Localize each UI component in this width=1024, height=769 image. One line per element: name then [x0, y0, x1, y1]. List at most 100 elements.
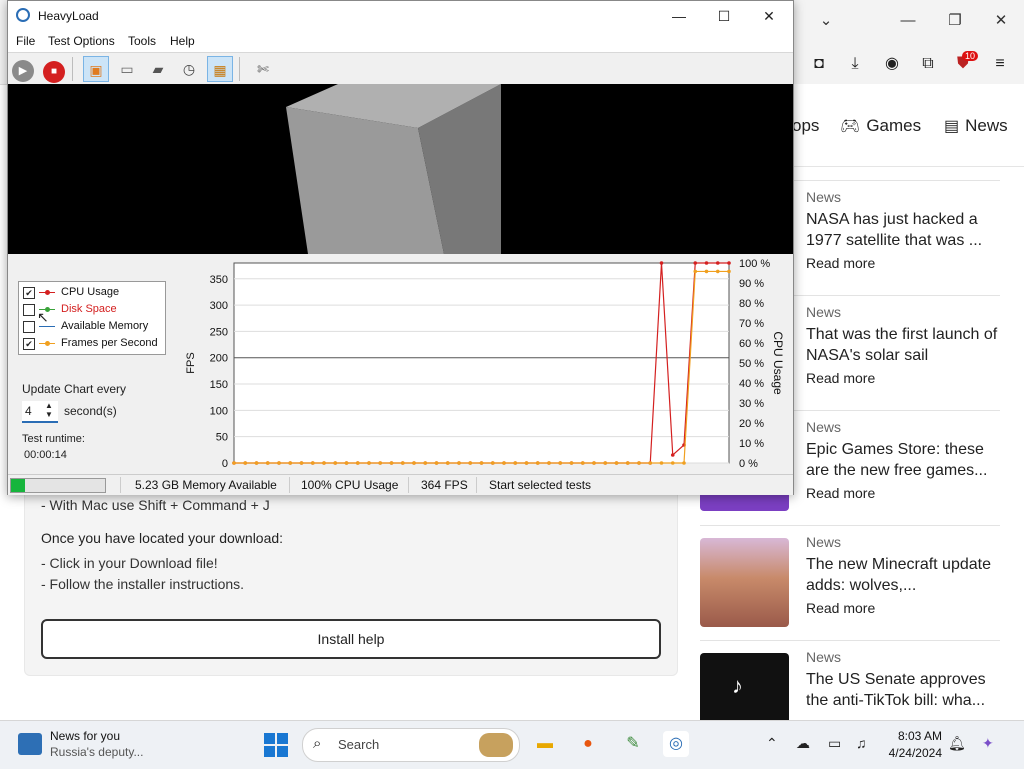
- notification-bell-icon[interactable]: 🔔︎: [948, 735, 966, 752]
- news-category: News: [806, 304, 842, 320]
- browser-close-button[interactable]: ✕: [989, 10, 1013, 32]
- data-point: [513, 461, 518, 465]
- data-point: [659, 261, 664, 265]
- settings-button[interactable]: ✄: [250, 56, 276, 82]
- menu-tools[interactable]: Tools: [128, 34, 156, 48]
- tools-icon: ✄: [257, 61, 269, 77]
- located-heading: Once you have located your download:: [41, 530, 284, 546]
- news-thumbnail[interactable]: ♪: [700, 653, 789, 723]
- y-tick-label: 0: [222, 458, 228, 470]
- firefox-icon[interactable]: ●: [575, 731, 601, 757]
- widget-subtitle[interactable]: Russia's deputy...: [50, 745, 143, 759]
- pocket-icon[interactable]: ◘: [808, 53, 830, 75]
- search-highlight-icon: [479, 733, 513, 757]
- y-tick-label: 300: [210, 300, 228, 312]
- status-fps: 364 FPS: [421, 478, 468, 492]
- close-button[interactable]: ✕: [754, 5, 784, 27]
- browser-minimize-button[interactable]: —: [896, 10, 920, 32]
- nav-news[interactable]: ▤ News: [944, 116, 1008, 136]
- heavyload-titlebar[interactable]: HeavyLoad — ☐ ✕: [8, 1, 793, 32]
- news-item[interactable]: News The new Minecraft update adds: wolv…: [700, 525, 1000, 640]
- news-widget-icon[interactable]: [18, 733, 42, 755]
- update-interval-spinner[interactable]: 4 ▲ ▼: [22, 401, 58, 423]
- y2-tick-label: 20 %: [739, 418, 764, 430]
- news-title[interactable]: The US Senate approves the anti-TikTok b…: [806, 669, 1002, 711]
- cpu-test-toggle[interactable]: ▣: [83, 56, 109, 82]
- clock-date[interactable]: 4/24/2024: [884, 746, 942, 760]
- news-title[interactable]: NASA has just hacked a 1977 satellite th…: [806, 209, 1002, 251]
- data-point: [637, 461, 641, 465]
- heavyload-window: HeavyLoad — ☐ ✕ File Test Options Tools …: [7, 0, 794, 495]
- data-point: [310, 461, 315, 465]
- disk-test-toggle[interactable]: ◷: [176, 56, 202, 82]
- runtime-value: 00:00:14: [24, 449, 67, 461]
- data-point: [232, 461, 236, 465]
- data-point: [704, 269, 709, 274]
- play-icon: ▶: [12, 60, 34, 82]
- account-icon[interactable]: ◉: [881, 53, 903, 75]
- menu-test-options[interactable]: Test Options: [48, 34, 115, 48]
- data-point: [434, 461, 439, 465]
- start-button[interactable]: ▶: [10, 56, 36, 82]
- read-more-link[interactable]: Read more: [806, 255, 875, 271]
- cloud-icon[interactable]: ☁: [796, 735, 810, 752]
- status-bar: 5.23 GB Memory Available 100% CPU Usage …: [8, 474, 793, 495]
- download-icon[interactable]: ⤓: [844, 53, 866, 75]
- volume-icon[interactable]: ♫: [856, 735, 867, 751]
- maximize-button[interactable]: ☐: [709, 5, 739, 27]
- install-help-button[interactable]: Install help: [41, 619, 661, 659]
- legend-checkbox[interactable]: ✔: [23, 287, 35, 299]
- spinner-arrows-icon[interactable]: ▲ ▼: [45, 401, 53, 419]
- legend-checkbox[interactable]: [23, 304, 35, 316]
- y-tick-label: 250: [210, 326, 228, 338]
- y-tick-label: 100: [210, 405, 228, 417]
- heavyload-app-icon: [16, 8, 30, 22]
- legend-frames-per-second[interactable]: ✔ Frames per Second: [23, 336, 163, 352]
- taskbar-search[interactable]: ⌕ Search: [302, 728, 520, 762]
- browser-restore-button[interactable]: ❐: [943, 10, 967, 32]
- data-point: [265, 461, 270, 465]
- news-thumbnail[interactable]: [700, 538, 789, 627]
- legend-cpu-usage[interactable]: ✔ CPU Usage: [23, 285, 163, 301]
- clock-time[interactable]: 8:03 AM: [896, 729, 942, 743]
- read-more-link[interactable]: Read more: [806, 600, 875, 616]
- legend-checkbox[interactable]: ✔: [23, 338, 35, 350]
- fps-test-toggle[interactable]: ▦: [207, 56, 233, 82]
- news-title[interactable]: The new Minecraft update adds: wolves,..…: [806, 554, 1002, 596]
- news-title[interactable]: That was the first launch of NASA's sola…: [806, 324, 1002, 366]
- minimize-button[interactable]: —: [664, 5, 694, 27]
- gpu-test-toggle[interactable]: ▭: [114, 56, 140, 82]
- file-explorer-icon[interactable]: ▬: [532, 731, 558, 757]
- data-point: [277, 461, 281, 465]
- read-more-link[interactable]: Read more: [806, 370, 875, 386]
- news-title[interactable]: Epic Games Store: these are the new free…: [806, 439, 1002, 481]
- legend-checkbox[interactable]: [23, 321, 35, 333]
- read-more-link[interactable]: Read more: [806, 485, 875, 501]
- y-tick-label: 50: [216, 432, 228, 444]
- display-icon[interactable]: ▭: [828, 735, 841, 752]
- data-point: [367, 461, 371, 465]
- menu-help[interactable]: Help: [170, 34, 195, 48]
- copilot-icon[interactable]: ✦: [982, 735, 994, 752]
- y2-tick-label: 50 %: [739, 358, 764, 370]
- widget-title[interactable]: News for you: [50, 729, 120, 743]
- plot-area: [233, 262, 730, 464]
- notes-app-icon[interactable]: ✎: [620, 731, 646, 757]
- nav-apps-partial[interactable]: ops: [792, 116, 819, 136]
- y2-tick-label: 30 %: [739, 398, 764, 410]
- start-button[interactable]: [264, 733, 288, 757]
- extensions-icon[interactable]: ⧉: [917, 53, 939, 75]
- heavyload-taskbar-icon[interactable]: ◎: [663, 731, 689, 757]
- tray-chevron-icon[interactable]: ⌃: [766, 735, 778, 752]
- menu-icon[interactable]: ≡: [989, 53, 1011, 75]
- memory-test-toggle[interactable]: ▰: [145, 56, 171, 82]
- tab-list-chevron-icon[interactable]: ⌄: [814, 10, 838, 32]
- menu-file[interactable]: File: [16, 34, 35, 48]
- stop-button[interactable]: ■: [41, 56, 67, 83]
- display-icon: ▦: [213, 62, 227, 78]
- seconds-label: second(s): [64, 404, 117, 418]
- data-point: [412, 461, 416, 465]
- nav-games[interactable]: 🎮︎ Games: [840, 116, 921, 136]
- newspaper-icon: ▤: [944, 118, 960, 135]
- data-point: [322, 461, 326, 465]
